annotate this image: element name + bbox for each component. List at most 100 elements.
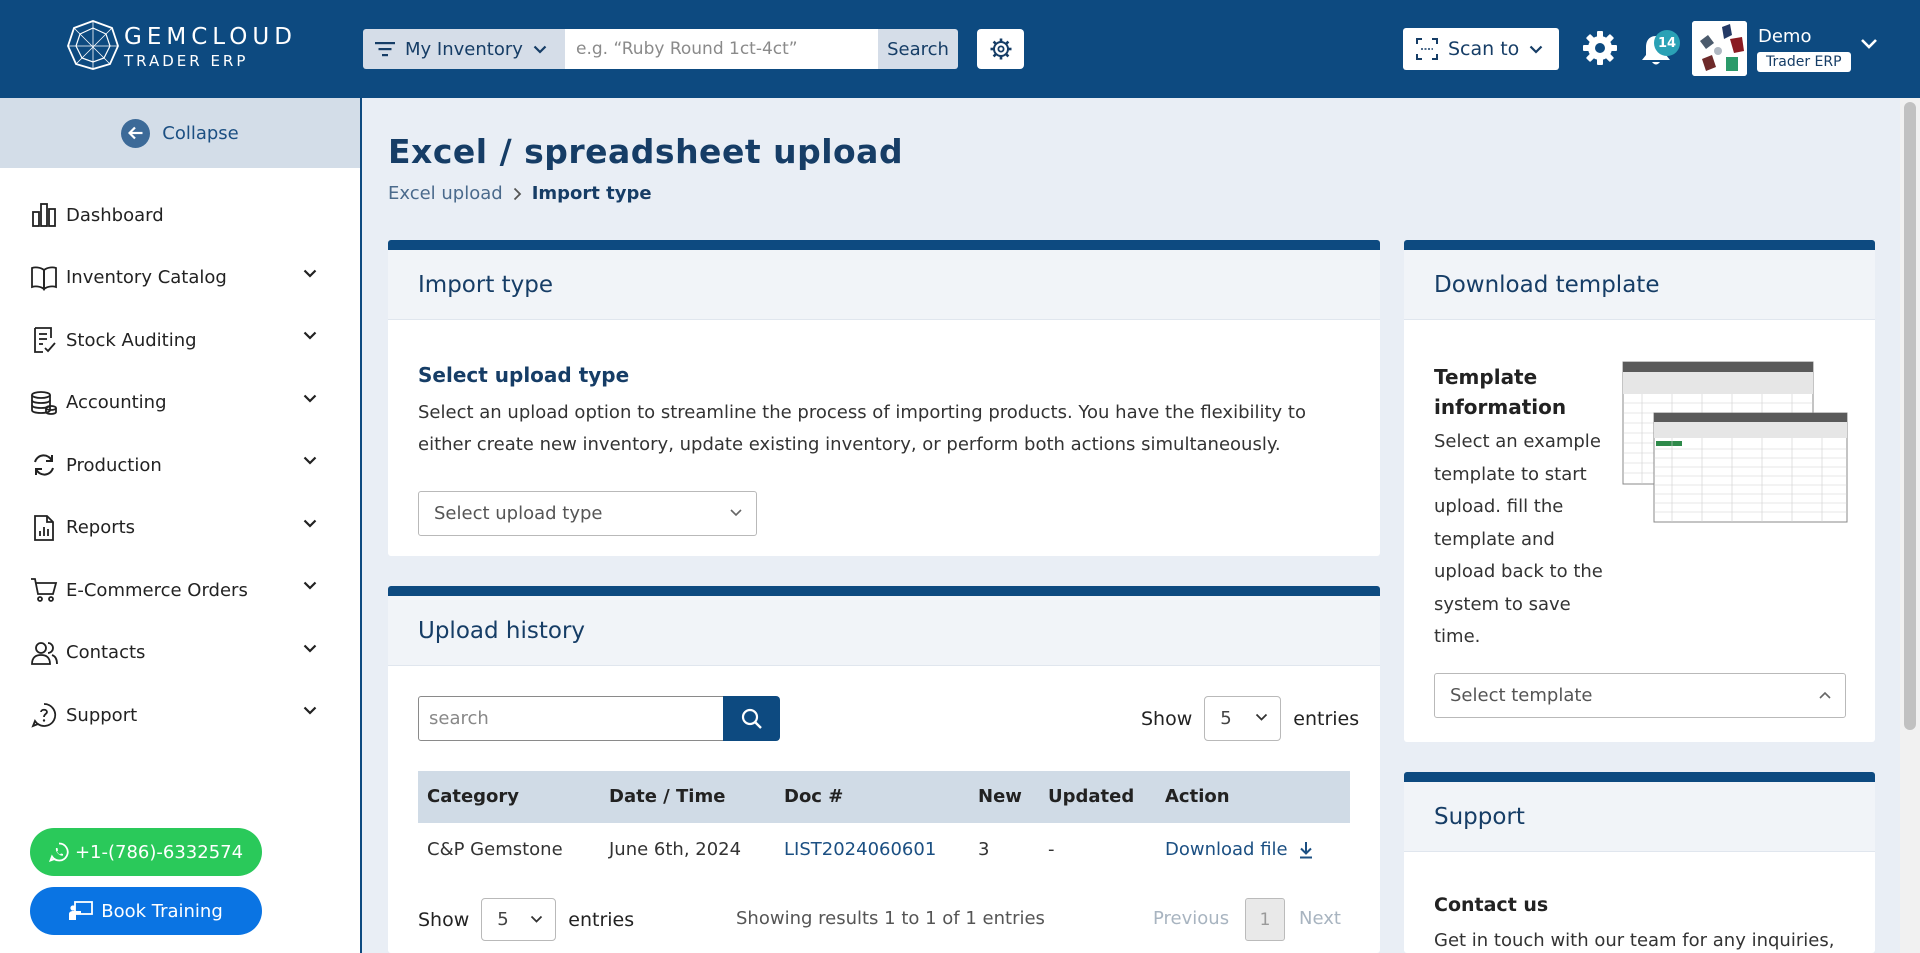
notification-badge: 14 xyxy=(1654,30,1680,56)
search-settings-icon xyxy=(990,38,1011,60)
search-input[interactable]: e.g. “Ruby Round 1ct-4ct” xyxy=(565,29,878,69)
page-size-control-top: Show 5 entries xyxy=(1141,696,1359,741)
chevron-down-icon xyxy=(730,509,742,517)
sidebar-item-stock-auditing[interactable]: Stock Auditing xyxy=(0,309,360,372)
scan-to-button[interactable]: Scan to xyxy=(1403,28,1559,70)
entries-label: entries xyxy=(1293,707,1360,730)
sidebar: Collapse Dashboard Inventory Catalog Sto… xyxy=(0,98,362,953)
page-scrollbar[interactable] xyxy=(1900,98,1920,953)
column-header-date-time[interactable]: Date / Time xyxy=(609,786,725,807)
chevron-down-icon xyxy=(303,394,317,403)
sidebar-item-label: Production xyxy=(66,454,162,476)
page-size-value: 5 xyxy=(497,909,509,930)
logo[interactable]: GEMCLOUD TRADER ERP xyxy=(64,18,304,78)
sidebar-item-dashboard[interactable]: Dashboard xyxy=(0,184,360,247)
inventory-scope-select[interactable]: My Inventory xyxy=(363,29,565,69)
user-role-badge: Trader ERP xyxy=(1757,52,1851,72)
upload-type-select[interactable]: Select upload type xyxy=(418,491,757,536)
import-type-card: Import type Select upload type Select an… xyxy=(388,240,1380,556)
chevron-down-icon xyxy=(303,706,317,715)
sidebar-item-ecommerce-orders[interactable]: E-Commerce Orders xyxy=(0,559,360,622)
download-icon xyxy=(1299,841,1312,858)
entries-label: entries xyxy=(568,908,635,931)
global-search: My Inventory e.g. “Ruby Round 1ct-4ct” S… xyxy=(363,29,958,69)
breadcrumb: Excel upload Import type xyxy=(388,183,652,204)
filter-icon xyxy=(375,42,395,57)
pagination-page-1[interactable]: 1 xyxy=(1245,898,1285,941)
top-header: GEMCLOUD TRADER ERP My Inventory e.g. “R… xyxy=(0,0,1920,98)
chevron-down-icon xyxy=(531,915,543,923)
scrollbar-thumb[interactable] xyxy=(1904,102,1916,730)
download-template-card-title: Download template xyxy=(1404,250,1875,320)
template-select[interactable]: Select template xyxy=(1434,673,1846,718)
column-header-category[interactable]: Category xyxy=(427,786,519,807)
support-card-title: Support xyxy=(1404,782,1875,852)
contact-us-description: Get in touch with our team for any inqui… xyxy=(1434,930,1835,951)
collapse-sidebar-button[interactable]: Collapse xyxy=(0,98,360,168)
sidebar-item-label: Stock Auditing xyxy=(66,329,197,351)
chevron-down-icon xyxy=(533,45,547,54)
page-size-select-top[interactable]: 5 xyxy=(1204,696,1282,741)
sidebar-item-reports[interactable]: Reports xyxy=(0,497,360,560)
sidebar-item-support[interactable]: Support xyxy=(0,684,360,747)
sidebar-item-contacts[interactable]: Contacts xyxy=(0,622,360,685)
column-header-doc[interactable]: Doc # xyxy=(784,786,843,807)
template-select-value: Select template xyxy=(1450,685,1593,706)
chevron-down-icon xyxy=(1530,45,1543,54)
breadcrumb-excel-upload[interactable]: Excel upload xyxy=(388,183,503,204)
phone-number-label: +1-(786)-6332574 xyxy=(74,841,244,863)
chevron-down-icon xyxy=(303,456,317,465)
sidebar-item-inventory-catalog[interactable]: Inventory Catalog xyxy=(0,247,360,310)
contact-us-title: Contact us xyxy=(1434,894,1549,916)
cell-category: C&P Gemstone xyxy=(427,839,563,860)
chevron-down-icon xyxy=(303,269,317,278)
search-settings-button[interactable] xyxy=(977,29,1024,69)
column-header-new[interactable]: New xyxy=(978,786,1022,807)
cart-icon xyxy=(29,575,59,605)
page-title: Excel / spreadsheet upload xyxy=(388,132,904,171)
sidebar-nav: Dashboard Inventory Catalog Stock Auditi… xyxy=(0,184,360,747)
coins-icon xyxy=(29,388,59,418)
chevron-down-icon xyxy=(303,581,317,590)
settings-gear-icon[interactable] xyxy=(1580,28,1620,68)
sidebar-item-label: Inventory Catalog xyxy=(66,267,227,289)
upload-type-heading: Select upload type xyxy=(418,363,630,387)
whatsapp-phone-button[interactable]: +1-(786)-6332574 xyxy=(30,828,262,876)
avatar[interactable] xyxy=(1692,21,1747,76)
logo-title: GEMCLOUD xyxy=(124,24,297,50)
support-card: Support Contact us Get in touch with our… xyxy=(1404,772,1875,953)
page-size-value: 5 xyxy=(1220,708,1232,729)
sidebar-item-label: Reports xyxy=(66,517,136,539)
sidebar-item-label: E-Commerce Orders xyxy=(66,579,248,601)
template-info-description: Select an example template to start uplo… xyxy=(1434,431,1603,647)
download-template-card: Download template Template information S… xyxy=(1404,240,1875,742)
sidebar-item-accounting[interactable]: Accounting xyxy=(0,372,360,435)
pagination-previous[interactable]: Previous xyxy=(1153,908,1229,929)
download-file-link[interactable]: Download file xyxy=(1165,839,1314,860)
sidebar-item-label: Support xyxy=(66,704,138,726)
gem-logo-icon xyxy=(67,20,119,70)
avatar-gems-image xyxy=(1692,21,1747,76)
user-menu-chevron-icon[interactable] xyxy=(1860,38,1878,50)
column-header-updated[interactable]: Updated xyxy=(1048,786,1134,807)
upload-type-select-value: Select upload type xyxy=(434,503,603,524)
sidebar-item-production[interactable]: Production xyxy=(0,434,360,497)
page-size-select-bottom[interactable]: 5 xyxy=(481,898,557,941)
audit-icon xyxy=(29,325,59,355)
history-search-button[interactable] xyxy=(723,696,780,741)
template-info-title: Template information xyxy=(1434,365,1567,419)
cell-doc-link[interactable]: LIST2024060601 xyxy=(784,839,936,860)
chevron-down-icon xyxy=(303,644,317,653)
upload-history-card: Upload history search Show 5 entries Cat… xyxy=(388,586,1380,953)
history-search-input[interactable]: search xyxy=(418,696,725,741)
search-button[interactable]: Search xyxy=(878,29,958,69)
support-icon xyxy=(29,700,59,730)
upload-type-description: Select an upload option to streamline th… xyxy=(418,402,1306,455)
pagination-next[interactable]: Next xyxy=(1299,908,1341,929)
scan-icon xyxy=(1416,38,1438,60)
column-header-action: Action xyxy=(1165,786,1230,807)
collapse-label: Collapse xyxy=(162,122,239,144)
book-training-button[interactable]: Book Training xyxy=(30,887,262,935)
chevron-down-icon xyxy=(303,331,317,340)
history-table-header: Category Date / Time Doc # New Updated A… xyxy=(418,771,1350,823)
